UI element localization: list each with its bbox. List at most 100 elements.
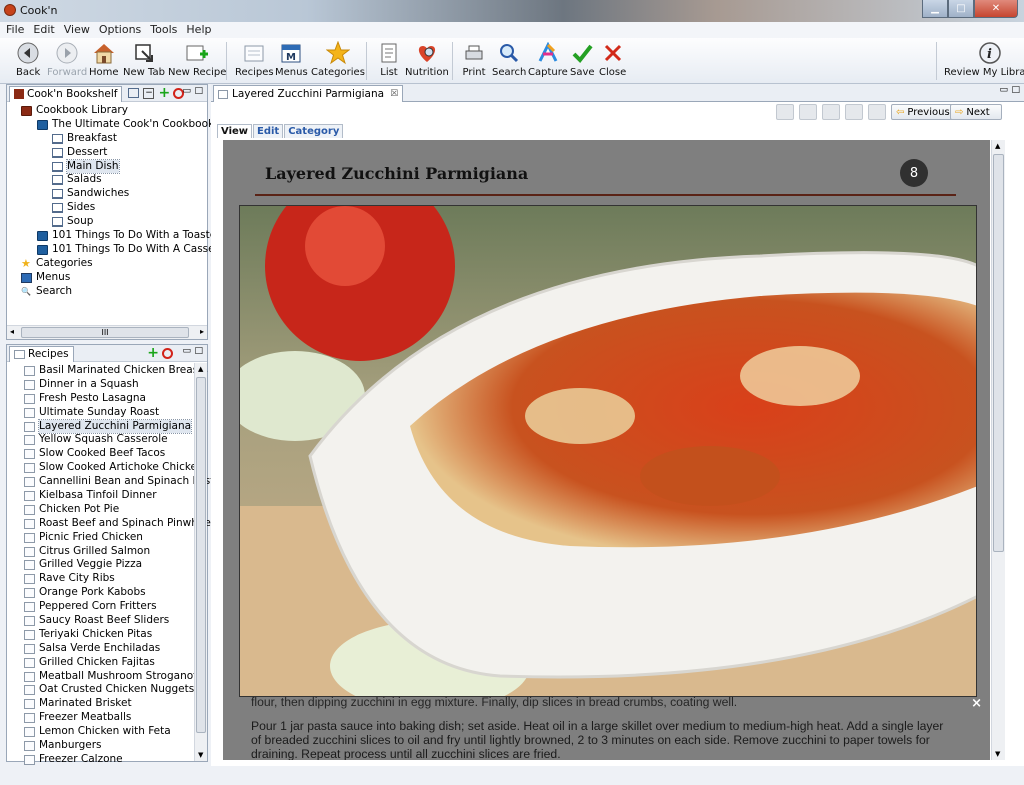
recipe-list-item[interactable]: Oat Crusted Chicken Nuggets [24, 683, 207, 697]
bookshelf-item[interactable]: Soup [7, 215, 207, 229]
delete-recipe-icon[interactable] [162, 348, 173, 359]
bookshelf-tab[interactable]: Cook'n Bookshelf [9, 85, 123, 102]
recipe-list-item[interactable]: Marinated Brisket [24, 697, 207, 711]
nav-next-page-button[interactable] [845, 104, 863, 120]
menu-file[interactable]: File [6, 22, 24, 38]
recipe-icon [24, 727, 35, 738]
save-button[interactable]: Save [570, 41, 595, 78]
menu-help[interactable]: Help [186, 22, 211, 38]
recipe-list-item[interactable]: Slow Cooked Beef Tacos [24, 447, 207, 461]
recipes-vscroll[interactable]: ▲ ▼ [194, 363, 207, 761]
list-button[interactable]: List [377, 41, 401, 78]
recipe-list-item[interactable]: Grilled Veggie Pizza [24, 558, 207, 572]
bookshelf-item[interactable]: The Ultimate Cook'n Cookbook [7, 118, 214, 132]
bookshelf-item[interactable]: 🔍 Search [7, 285, 207, 299]
home-button[interactable]: Home [89, 41, 119, 78]
add-recipe-icon[interactable]: + [147, 345, 159, 361]
tab-category[interactable]: Category [284, 124, 344, 138]
recipes-tab[interactable]: Recipes [9, 345, 74, 362]
add-icon[interactable]: + [158, 85, 170, 101]
nav-prev-page-button[interactable] [799, 104, 817, 120]
minimize-panel-icon[interactable]: ▭ [999, 85, 1008, 95]
recipe-list-item[interactable]: Fresh Pesto Lasagna [24, 392, 207, 406]
recipe-list-item[interactable]: Yellow Squash Casserole [24, 433, 207, 447]
recipe-list-item[interactable]: Layered Zucchini Parmigiana [24, 418, 207, 435]
recipe-list-item[interactable]: Chicken Pot Pie [24, 503, 207, 517]
bookshelf-item[interactable]: 101 Things To Do With A Casserole [7, 243, 234, 257]
bookshelf-item[interactable]: Menus [7, 271, 207, 285]
recipe-list-item[interactable]: Grilled Chicken Fajitas [24, 656, 207, 670]
nav-last-button[interactable] [868, 104, 886, 120]
menu-options[interactable]: Options [99, 22, 141, 38]
nav-up-button[interactable] [822, 104, 840, 120]
recipe-list-item[interactable]: Ultimate Sunday Roast [24, 406, 207, 420]
menu-view[interactable]: View [64, 22, 90, 38]
next-button[interactable]: ⇨ Next [950, 104, 1002, 120]
recipe-list-item[interactable]: Orange Pork Kabobs [24, 586, 207, 600]
maximize-button[interactable]: □ [948, 0, 974, 18]
recipe-list-item[interactable]: Manburgers [24, 739, 207, 753]
maximize-panel-icon[interactable]: □ [194, 346, 203, 356]
nav-first-button[interactable] [776, 104, 794, 120]
recipe-list-item[interactable]: Teriyaki Chicken Pitas [24, 628, 207, 642]
tab-view[interactable]: View [217, 124, 253, 138]
nutrition-button[interactable]: Nutrition [405, 41, 449, 78]
close-window-button[interactable]: ✕ [974, 0, 1018, 18]
recipe-list-item[interactable]: Salsa Verde Enchiladas [24, 642, 207, 656]
bookshelf-add-book-icon[interactable] [128, 88, 140, 98]
menu-tools[interactable]: Tools [150, 22, 177, 38]
bookshelf-item[interactable]: Sandwiches [7, 187, 207, 201]
recipes-button[interactable]: Recipes [235, 41, 274, 78]
capture-button[interactable]: Capture [528, 41, 568, 78]
bookshelf-item[interactable]: ★ Categories [7, 257, 207, 271]
menu-edit[interactable]: Edit [33, 22, 54, 38]
recipe-list-item[interactable]: Basil Marinated Chicken Breasts [24, 364, 208, 378]
minimize-panel-icon[interactable]: ▭ [182, 346, 191, 356]
recipe-icon [24, 685, 35, 696]
recipe-list-item[interactable]: Lemon Chicken with Feta [24, 725, 207, 739]
bookshelf-item[interactable]: 101 Things To Do With a Toaster Ove [7, 229, 245, 243]
review-library-button[interactable]: i Review My Library [944, 41, 1024, 78]
recipe-list-item[interactable]: Picnic Fried Chicken [24, 531, 207, 545]
maximize-panel-icon[interactable]: □ [194, 86, 203, 96]
bookshelf-item[interactable]: Cookbook Library [7, 104, 207, 118]
recipe-editor-tab[interactable]: Layered Zucchini Parmigiana ☒ [213, 85, 404, 102]
recipe-list-item[interactable]: Dinner in a Squash [24, 378, 207, 392]
recipe-list-item[interactable]: Meatball Mushroom Stroganoff [24, 670, 207, 684]
bookshelf-item[interactable]: Dessert [7, 146, 207, 160]
tab-close-icon[interactable]: ☒ [390, 89, 398, 99]
recipe-list-item[interactable]: Saucy Roast Beef Sliders [24, 614, 207, 628]
bookshelf-item[interactable]: Sides [7, 201, 207, 215]
tab-edit[interactable]: Edit [253, 124, 284, 138]
recipe-list-item[interactable]: Kielbasa Tinfoil Dinner [24, 489, 207, 503]
recipe-list-item[interactable]: Rave City Ribs [24, 572, 207, 586]
new-recipe-button[interactable]: New Recipe [168, 41, 226, 78]
forward-button[interactable]: Forward [47, 41, 87, 78]
recipe-list-item[interactable]: Peppered Corn Fritters [24, 600, 207, 614]
recipe-list-item[interactable]: Slow Cooked Artichoke Chicken [24, 461, 207, 475]
print-button[interactable]: Print [462, 41, 486, 78]
bookshelf-item[interactable]: Main Dish [7, 158, 207, 175]
bookshelf-hscroll[interactable]: ◂ III ▸ [7, 325, 207, 339]
bookshelf-item[interactable]: Salads [7, 173, 207, 187]
bookshelf-item[interactable]: Breakfast [7, 132, 207, 146]
search-button[interactable]: Search [492, 41, 526, 78]
recipe-list-item[interactable]: Cannellini Bean and Spinach Pasta [24, 475, 221, 489]
recipe-list-item[interactable]: Citrus Grilled Salmon [24, 545, 207, 559]
photo-close-icon[interactable]: × [971, 696, 982, 711]
new-tab-button[interactable]: New Tab [123, 41, 165, 78]
recipe-list-item[interactable]: Freezer Calzone [24, 753, 207, 767]
menus-button[interactable]: M Menus [275, 41, 308, 78]
close-button[interactable]: Close [599, 41, 626, 78]
recipe-list-item-label: Layered Zucchini Parmigiana [37, 418, 193, 435]
recipe-list-item[interactable]: Freezer Meatballs [24, 711, 207, 725]
collapse-icon[interactable]: − [143, 87, 155, 99]
document-vscroll[interactable]: ▲ ▼ [991, 140, 1005, 760]
back-button[interactable]: Back [16, 41, 40, 78]
minimize-button[interactable]: ▁ [922, 0, 948, 18]
minimize-panel-icon[interactable]: ▭ [182, 86, 191, 96]
maximize-panel-icon[interactable]: □ [1011, 85, 1020, 95]
categories-button[interactable]: Categories [311, 41, 365, 78]
previous-button[interactable]: ⇦ Previous [891, 104, 955, 120]
recipe-list-item[interactable]: Roast Beef and Spinach Pinwheels [24, 517, 219, 531]
